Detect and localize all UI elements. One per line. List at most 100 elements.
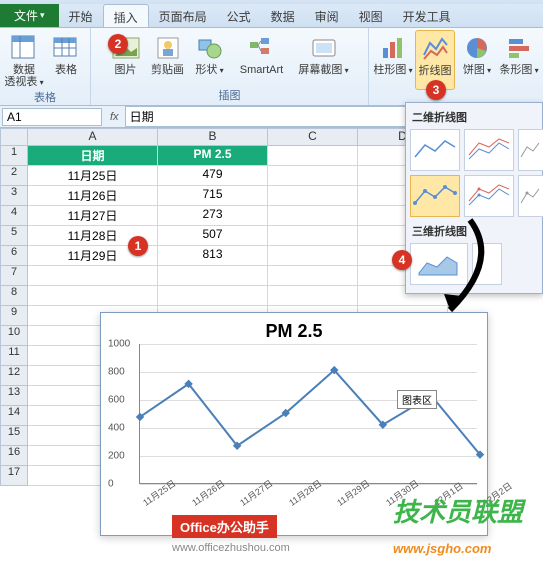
- cell[interactable]: [158, 266, 268, 286]
- cell[interactable]: [158, 286, 268, 306]
- cell[interactable]: PM 2.5: [158, 146, 268, 166]
- cell[interactable]: [268, 166, 358, 186]
- col-header-B[interactable]: B: [158, 128, 268, 146]
- row-header[interactable]: 17: [0, 466, 28, 486]
- column-chart-label: 柱形图: [373, 64, 412, 76]
- cell[interactable]: [268, 226, 358, 246]
- pivot-label: 数据 透视表: [4, 64, 43, 88]
- group-tables-label: 表格: [4, 88, 86, 107]
- shapes-label: 形状: [195, 64, 223, 76]
- pie-chart-label: 饼图: [463, 64, 491, 76]
- cell[interactable]: 813: [158, 246, 268, 266]
- table-icon: [50, 32, 82, 64]
- pie-chart-icon: [461, 32, 493, 64]
- cell[interactable]: [268, 186, 358, 206]
- cell[interactable]: 273: [158, 206, 268, 226]
- tab-formula[interactable]: 公式: [217, 4, 261, 27]
- tab-file[interactable]: 文件: [0, 4, 59, 27]
- cell[interactable]: 479: [158, 166, 268, 186]
- group-illust-label: 插图: [95, 86, 364, 105]
- cell[interactable]: [268, 206, 358, 226]
- name-box[interactable]: [2, 108, 102, 126]
- screenshot-label: 屏幕截图: [298, 64, 348, 76]
- tab-view[interactable]: 视图: [349, 4, 393, 27]
- row-header[interactable]: 7: [0, 266, 28, 286]
- row-header[interactable]: 13: [0, 386, 28, 406]
- cell[interactable]: 日期: [28, 146, 158, 166]
- line-type-6[interactable]: [518, 175, 543, 217]
- column-chart-button[interactable]: 柱形图: [373, 30, 413, 76]
- col-header-A[interactable]: A: [28, 128, 158, 146]
- screenshot-button[interactable]: 屏幕截图: [294, 30, 354, 76]
- smartart-label: SmartArt: [240, 64, 283, 76]
- annotation-arrow: [400, 200, 520, 340]
- cell[interactable]: 715: [158, 186, 268, 206]
- row-header[interactable]: 8: [0, 286, 28, 306]
- smartart-button[interactable]: SmartArt: [232, 30, 292, 76]
- cell[interactable]: 11月26日: [28, 186, 158, 206]
- chart-plot-area[interactable]: 02004006008001000 图表区 11月25日11月26日11月27日…: [139, 344, 477, 484]
- clipart-icon: [152, 32, 184, 64]
- callout-1: 1: [128, 236, 148, 256]
- fx-icon[interactable]: fx: [104, 111, 125, 123]
- line-chart-icon: [419, 33, 451, 65]
- chart-tooltip: 图表区: [397, 390, 437, 409]
- cell[interactable]: 11月25日: [28, 166, 158, 186]
- row-header[interactable]: 11: [0, 346, 28, 366]
- row-header[interactable]: 16: [0, 446, 28, 466]
- row-header[interactable]: 2: [0, 166, 28, 186]
- bar-chart-icon: [503, 32, 535, 64]
- cell[interactable]: [28, 266, 158, 286]
- row-header[interactable]: 9: [0, 306, 28, 326]
- cell[interactable]: [28, 286, 158, 306]
- cell[interactable]: [268, 146, 358, 166]
- smartart-icon: [246, 32, 278, 64]
- line-type-2[interactable]: [464, 129, 514, 171]
- column-chart-icon: [377, 32, 409, 64]
- line-type-3[interactable]: [518, 129, 543, 171]
- select-all-corner[interactable]: [0, 128, 28, 146]
- row-header[interactable]: 10: [0, 326, 28, 346]
- cell[interactable]: 507: [158, 226, 268, 246]
- screenshot-icon: [308, 32, 340, 64]
- group-illustrations: 图片 剪贴画 形状 SmartArt 屏幕截图 插图: [91, 28, 369, 105]
- row-header[interactable]: 12: [0, 366, 28, 386]
- clipart-button[interactable]: 剪贴画: [148, 30, 188, 76]
- ribbon-tabs: 文件 开始 插入 页面布局 公式 数据 审阅 视图 开发工具: [0, 4, 543, 28]
- row-header[interactable]: 3: [0, 186, 28, 206]
- pivot-table-button[interactable]: 数据 透视表: [4, 30, 44, 88]
- tab-layout[interactable]: 页面布局: [149, 4, 217, 27]
- picture-label: 图片: [115, 64, 137, 76]
- wm-label: Office办公助手: [172, 515, 277, 538]
- bar-chart-label: 条形图: [499, 64, 538, 76]
- tab-dev[interactable]: 开发工具: [393, 4, 461, 27]
- table-button[interactable]: 表格: [46, 30, 86, 76]
- row-header[interactable]: 15: [0, 426, 28, 446]
- row-header[interactable]: 14: [0, 406, 28, 426]
- tab-insert[interactable]: 插入: [103, 4, 149, 27]
- cell[interactable]: [268, 266, 358, 286]
- group-charts: 柱形图 折线图 饼图 条形图: [369, 28, 543, 105]
- line-type-1[interactable]: [410, 129, 460, 171]
- shapes-button[interactable]: 形状: [190, 30, 230, 76]
- wm-url: www.officezhushou.com: [172, 542, 290, 554]
- tab-home[interactable]: 开始: [59, 4, 103, 27]
- ribbon: 数据 透视表 表格 表格 图片 剪贴画 形状: [0, 28, 543, 106]
- bar-chart-button[interactable]: 条形图: [499, 30, 539, 76]
- callout-2: 2: [108, 34, 128, 54]
- cell[interactable]: [268, 246, 358, 266]
- row-header[interactable]: 6: [0, 246, 28, 266]
- tab-data[interactable]: 数据: [261, 4, 305, 27]
- pie-chart-button[interactable]: 饼图: [457, 30, 497, 76]
- row-header[interactable]: 5: [0, 226, 28, 246]
- clipart-label: 剪贴画: [151, 64, 184, 76]
- col-header-C[interactable]: C: [268, 128, 358, 146]
- tab-review[interactable]: 审阅: [305, 4, 349, 27]
- cell[interactable]: 11月27日: [28, 206, 158, 226]
- callout-4: 4: [392, 250, 412, 270]
- dropdown-2d-title: 二维折线图: [410, 107, 538, 129]
- row-header[interactable]: 4: [0, 206, 28, 226]
- row-header[interactable]: 1: [0, 146, 28, 166]
- cell[interactable]: [268, 286, 358, 306]
- shapes-icon: [194, 32, 226, 64]
